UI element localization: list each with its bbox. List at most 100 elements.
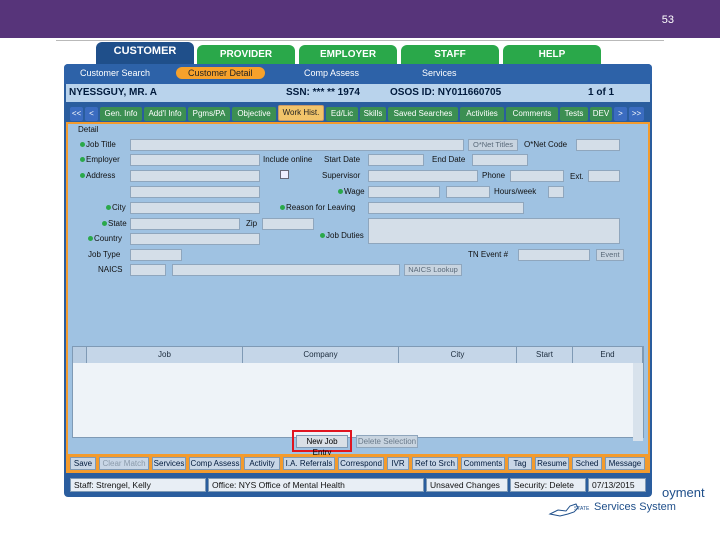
app-window: Customer Search Customer Detail Comp Ass… (64, 64, 652, 497)
bottom-action-bar: Save Clear Match Services Comp Assess Ac… (66, 455, 650, 473)
required-dot-icon (88, 236, 93, 241)
customer-bar: NYESSGUY, MR. A SSN: *** ** 1974 OSOS ID… (66, 84, 650, 102)
supervisor-label: Supervisor (322, 171, 361, 180)
table-select-header (73, 347, 87, 363)
onet-code-input[interactable] (576, 139, 620, 151)
employer-input[interactable] (130, 154, 260, 166)
subnav-customer-search[interactable]: Customer Search (80, 68, 150, 78)
ext-input[interactable] (588, 170, 620, 182)
sched-button[interactable]: Sched (572, 457, 602, 470)
job-type-select[interactable] (130, 249, 182, 261)
city-input[interactable] (130, 202, 260, 214)
wage-unit-select[interactable] (446, 186, 490, 198)
tab-pgms-pa[interactable]: Pgms/PA (188, 107, 230, 121)
tab-staff[interactable]: STAFF (401, 45, 499, 65)
column-start[interactable]: Start (517, 347, 573, 363)
customer-osos-id: OSOS ID: NY011660705 (390, 87, 502, 98)
tn-event-input[interactable] (518, 249, 590, 261)
save-button[interactable]: Save (70, 457, 96, 470)
comments-button[interactable]: Comments (461, 457, 505, 470)
tab-customer[interactable]: CUSTOMER (96, 42, 194, 65)
address-label: Address (80, 171, 115, 180)
message-button[interactable]: Message (605, 457, 645, 470)
job-title-input[interactable] (130, 139, 464, 151)
correspond-button[interactable]: Correspond (338, 457, 384, 470)
required-dot-icon (280, 205, 285, 210)
subnav-customer-detail[interactable]: Customer Detail (176, 67, 265, 79)
services-button[interactable]: Services (152, 457, 186, 470)
supervisor-input[interactable] (368, 170, 478, 182)
activity-button[interactable]: Activity (244, 457, 280, 470)
tn-event-label: TN Event # (468, 250, 509, 259)
hours-week-input[interactable] (548, 186, 564, 198)
ivr-button[interactable]: IVR (387, 457, 409, 470)
end-date-input[interactable] (472, 154, 528, 166)
ref-to-srch-button[interactable]: Ref to Srch (412, 457, 458, 470)
job-title-label: Job Title (80, 140, 116, 149)
tab-tests[interactable]: Tests (560, 107, 588, 121)
onet-titles-button[interactable]: O*Net Titles (468, 139, 518, 151)
tab-activities[interactable]: Activities (460, 107, 504, 121)
subnav-services[interactable]: Services (422, 68, 457, 78)
zip-input[interactable] (262, 218, 314, 230)
naics-lookup-button[interactable]: NAICS Lookup (404, 264, 462, 276)
new-job-entry-button[interactable]: New Job Entry (296, 435, 348, 457)
tab-provider[interactable]: PROVIDER (197, 45, 295, 65)
customer-name: NYESSGUY, MR. A (69, 87, 157, 98)
column-company[interactable]: Company (243, 347, 399, 363)
tab-addl-info[interactable]: Add'l Info (144, 107, 186, 121)
clear-match-button[interactable]: Clear Match (99, 457, 149, 470)
status-security: Security: Delete (510, 478, 586, 492)
logo-text-bottom: Services System (594, 501, 676, 513)
subnav-comp-assess[interactable]: Comp Assess (304, 68, 359, 78)
tag-button[interactable]: Tag (508, 457, 532, 470)
first-record-button[interactable]: << (70, 107, 83, 121)
country-label: Country (88, 234, 122, 243)
country-select[interactable] (130, 233, 260, 245)
tab-gen-info[interactable]: Gen. Info (100, 107, 142, 121)
start-date-input[interactable] (368, 154, 424, 166)
event-button[interactable]: Event (596, 249, 624, 261)
column-job[interactable]: Job (87, 347, 243, 363)
address-line1-input[interactable] (130, 170, 260, 182)
tab-comments[interactable]: Comments (506, 107, 558, 121)
reason-leaving-label: Reason for Leaving (280, 203, 355, 212)
state-select[interactable] (130, 218, 240, 230)
sub-navigation: Customer Search Customer Detail Comp Ass… (64, 64, 652, 84)
phone-input[interactable] (510, 170, 564, 182)
status-office: Office: NYS Office of Mental Health (208, 478, 424, 492)
tab-ed-lic[interactable]: Ed/Lic (326, 107, 358, 121)
naics-code-input[interactable] (130, 264, 166, 276)
tab-skills[interactable]: Skills (360, 107, 386, 121)
record-pager: 1 of 1 (588, 87, 615, 98)
required-dot-icon (80, 142, 85, 147)
wage-input[interactable] (368, 186, 440, 198)
ia-referrals-button[interactable]: I.A. Referrals (283, 457, 335, 470)
column-city[interactable]: City (399, 347, 517, 363)
include-online-checkbox[interactable] (280, 170, 289, 179)
onet-code-label: O*Net Code (524, 140, 568, 149)
next-record-button[interactable]: > (614, 107, 627, 121)
city-label: City (106, 203, 126, 212)
table-scrollbar[interactable] (633, 363, 643, 441)
address-line2-input[interactable] (130, 186, 260, 198)
reason-leaving-select[interactable] (368, 202, 524, 214)
tab-work-hist[interactable]: Work Hist. (278, 105, 324, 121)
job-duties-textarea[interactable] (368, 218, 620, 244)
logo-text-top: oyment (662, 485, 705, 500)
include-online-label: Include online (263, 155, 313, 164)
column-end[interactable]: End (573, 347, 643, 363)
comp-assess-button[interactable]: Comp Assess (189, 457, 241, 470)
tab-employer[interactable]: EMPLOYER (299, 45, 397, 65)
last-record-button[interactable]: >> (629, 107, 644, 121)
tab-saved-searches[interactable]: Saved Searches (388, 107, 458, 121)
naics-description-input[interactable] (172, 264, 400, 276)
tab-objective[interactable]: Objective (232, 107, 276, 121)
start-date-label: Start Date (324, 155, 361, 164)
state-map-logo-icon: STATE (548, 503, 590, 517)
prev-record-button[interactable]: < (85, 107, 98, 121)
tab-dev[interactable]: DEV (590, 107, 612, 121)
delete-selection-button[interactable]: Delete Selection (356, 435, 418, 448)
resume-button[interactable]: Resume (535, 457, 569, 470)
tab-help[interactable]: HELP (503, 45, 601, 65)
